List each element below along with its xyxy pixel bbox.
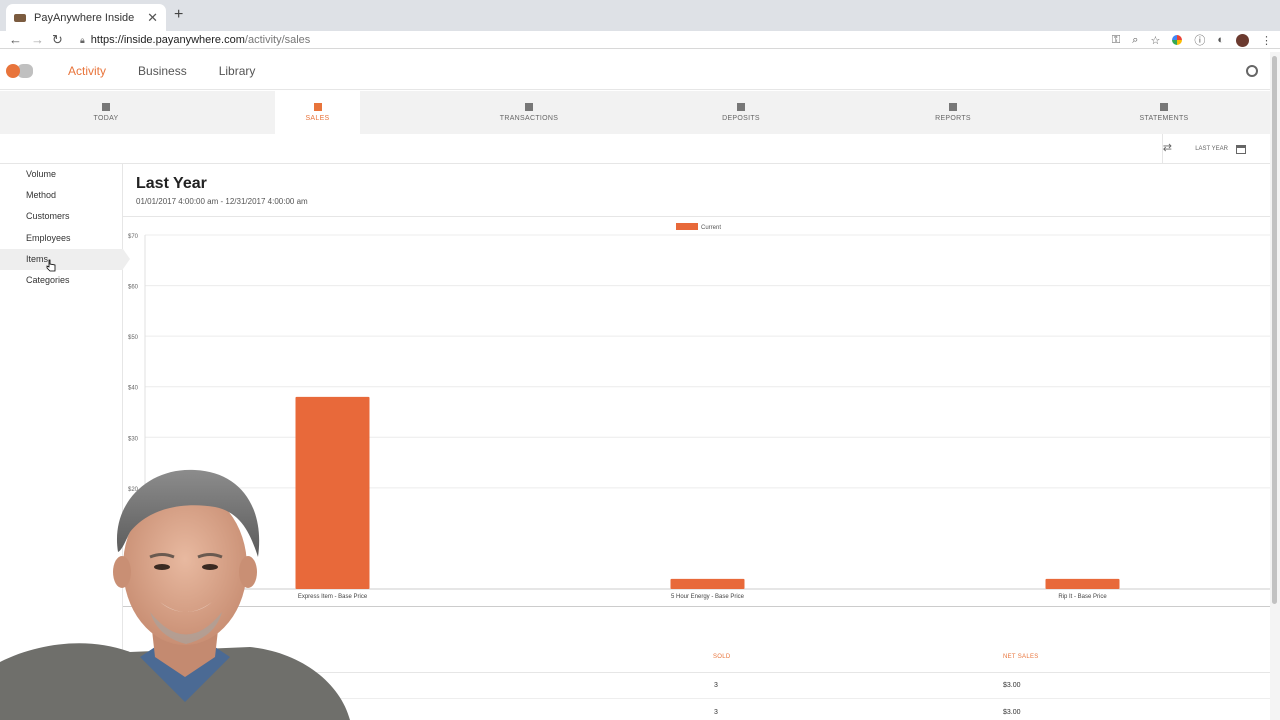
star-icon[interactable]: ☆ (1150, 34, 1160, 47)
row-1-net-sales: $3.00 (1003, 682, 1021, 689)
tab-deposits-label: DEPOSITS (722, 115, 760, 122)
sidebar-item-method[interactable]: Method (0, 185, 123, 206)
extension-2-icon[interactable]: ◐ (1217, 34, 1224, 46)
filter-bar: ⇄ LAST YEAR (0, 134, 1270, 164)
x-tick-label: Rip It - Base Price (1058, 594, 1107, 600)
tab-today[interactable]: TODAY (66, 91, 146, 134)
statement-icon (1160, 103, 1168, 111)
tab-deposits[interactable]: DEPOSITS (701, 91, 781, 134)
toolbar-icons: ⚿ ⌕ ☆ ⓘ ◐ ⋮ (1112, 31, 1272, 49)
sidebar-item-employees[interactable]: Employees (0, 228, 123, 249)
user-account-icon[interactable] (1246, 65, 1258, 77)
tab-reports-label: REPORTS (935, 115, 971, 122)
browser-toolbar: ← → ↻ 🔒︎ https://inside.payanywhere.com /… (0, 31, 1280, 49)
extension-icon[interactable] (1172, 35, 1183, 45)
legend-label: Current (701, 225, 721, 231)
tab-close-icon[interactable]: ✕ (147, 10, 158, 26)
address-bar[interactable]: 🔒︎ https://inside.payanywhere.com/activi… (74, 31, 1084, 49)
tab-title: PayAnywhere Inside (34, 11, 135, 24)
reload-icon[interactable]: ↻ (52, 31, 63, 49)
date-range-picker[interactable]: LAST YEAR (1162, 134, 1246, 164)
zoom-icon[interactable]: ⌕ (1132, 34, 1138, 47)
url-host: https://inside.payanywhere.com (90, 34, 245, 46)
back-icon[interactable]: ← (9, 31, 22, 49)
tab-transactions-label: TRANSACTIONS (499, 115, 559, 122)
x-tick-label: 5 Hour Energy - Base Price (671, 594, 745, 600)
hand-cursor-icon (46, 259, 56, 272)
menu-icon[interactable]: ⋮ (1261, 34, 1272, 47)
profile-avatar[interactable] (1236, 33, 1249, 47)
key-icon[interactable]: ⚿ (1112, 34, 1120, 47)
legend-swatch (676, 223, 698, 230)
y-tick-label: $40 (128, 386, 139, 392)
tab-reports[interactable]: REPORTS (913, 91, 993, 134)
dashboard-icon (102, 103, 110, 111)
calendar-icon (1236, 144, 1246, 154)
page-scrollbar[interactable] (1270, 52, 1280, 720)
presenter-webcam-overlay (0, 469, 350, 720)
column-header-sold[interactable]: SOLD (713, 654, 731, 660)
y-tick-label: $50 (128, 335, 139, 341)
y-tick-label: $70 (128, 234, 139, 240)
bar-chart-icon (313, 103, 322, 111)
tab-sales-label: SALES (305, 115, 330, 122)
app-header: Activity Business Library (0, 52, 1270, 90)
info-icon[interactable]: ⓘ (1194, 32, 1205, 48)
page-title: Last Year (136, 175, 207, 192)
sidebar-item-customers[interactable]: Customers (0, 206, 123, 227)
url-path: /activity/sales (244, 34, 311, 46)
tab-sales[interactable]: SALES (275, 91, 360, 134)
column-header-net-sales[interactable]: NET SALES (1003, 654, 1039, 660)
new-tab-button[interactable]: + (174, 6, 183, 24)
list-icon (525, 103, 533, 111)
top-nav: Activity Business Library (68, 52, 255, 90)
bar (1045, 578, 1120, 589)
bar (670, 578, 745, 589)
row-1-sold: 3 (714, 682, 718, 689)
tab-today-label: TODAY (93, 115, 119, 122)
nav-activity[interactable]: Activity (68, 64, 106, 78)
tab-statements-label: STATEMENTS (1139, 115, 1189, 122)
lock-icon: 🔒︎ (80, 34, 85, 45)
bank-icon (737, 103, 745, 111)
forward-icon[interactable]: → (31, 31, 44, 49)
payanywhere-logo[interactable] (6, 62, 33, 80)
y-tick-label: $60 (128, 285, 139, 291)
date-range-label: LAST YEAR (1195, 146, 1228, 152)
tab-transactions[interactable]: TRANSACTIONS (484, 91, 574, 134)
browser-tab-strip: PayAnywhere Inside ✕ + (0, 0, 1280, 31)
sidebar-item-categories[interactable]: Categories (0, 270, 123, 291)
nav-library[interactable]: Library (219, 64, 256, 78)
nav-business[interactable]: Business (138, 64, 187, 78)
row-2-net-sales: $3.00 (1003, 709, 1021, 716)
report-icon (949, 103, 957, 111)
scrollbar-thumb[interactable] (1272, 56, 1277, 604)
tab-statements[interactable]: STATEMENTS (1124, 91, 1204, 134)
sidebar-item-volume[interactable]: Volume (0, 164, 123, 185)
row-2-sold: 3 (714, 709, 718, 716)
favicon-icon (14, 13, 26, 22)
y-tick-label: $30 (128, 436, 139, 442)
date-range-text: 01/01/2017 4:00:00 am - 12/31/2017 4:00:… (136, 197, 308, 206)
sidebar-item-items[interactable]: Items (0, 249, 130, 270)
activity-subnav: TODAY SALES TRANSACTIONS DEPOSITS REPORT… (0, 91, 1270, 134)
browser-tab[interactable]: PayAnywhere Inside ✕ (6, 4, 166, 31)
